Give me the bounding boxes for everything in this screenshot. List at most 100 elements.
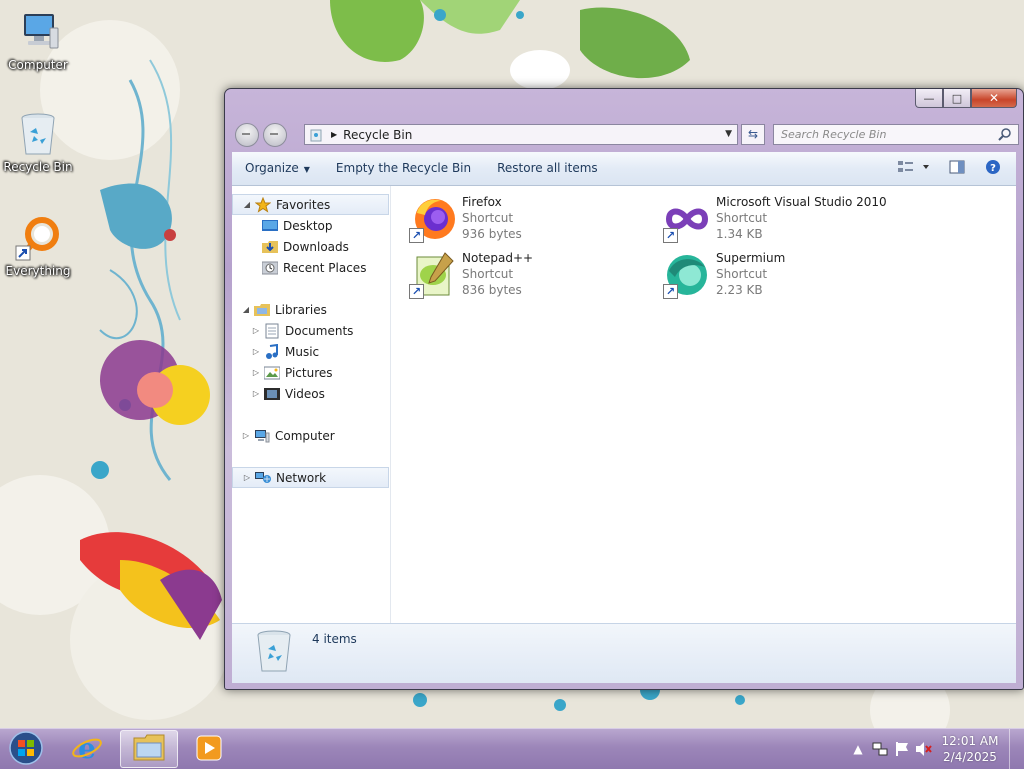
show-hidden-icons-button[interactable]: ▲ [847, 740, 869, 758]
help-icon: ? [985, 159, 1001, 178]
minimize-button[interactable]: — [915, 89, 943, 108]
nav-label: Music [285, 344, 320, 359]
taskbar-internet-explorer[interactable]: e [58, 730, 116, 768]
internet-explorer-icon: e [71, 732, 103, 767]
windows-explorer-icon [133, 734, 165, 765]
file-item-notepad-plus-plus[interactable]: ↗ Notepad++ Shortcut 836 bytes [409, 251, 649, 303]
nav-item-libraries[interactable]: ◢ Libraries [232, 299, 389, 320]
help-button[interactable]: ? [980, 158, 1006, 180]
maximize-button[interactable]: □ [943, 89, 971, 108]
videos-icon [264, 386, 280, 402]
clock-time: 12:01 AM [941, 734, 999, 748]
search-placeholder: Search Recycle Bin [781, 128, 887, 141]
restore-all-items-button[interactable]: Restore all items [484, 152, 611, 185]
expand-icon[interactable]: ▷ [250, 389, 262, 398]
nav-item-music[interactable]: ▷ Music [232, 341, 389, 362]
expand-icon[interactable]: ▷ [240, 431, 252, 440]
chevron-down-icon[interactable]: ▼ [725, 129, 732, 139]
expand-icon[interactable]: ▷ [250, 347, 262, 356]
nav-item-downloads[interactable]: Downloads [232, 236, 389, 257]
computer-icon [14, 8, 62, 56]
nav-item-pictures[interactable]: ▷ Pictures [232, 362, 389, 383]
nav-item-network[interactable]: ▷ Network [232, 467, 389, 488]
desktop-icon-recycle-bin[interactable]: Recycle Bin [0, 110, 76, 174]
file-item-firefox[interactable]: ↗ Firefox Shortcut 936 bytes [409, 195, 649, 247]
taskbar-media-player[interactable] [180, 730, 238, 768]
clock[interactable]: 12:01 AM 2/4/2025 [935, 733, 1005, 765]
nav-item-computer[interactable]: ▷ Computer [232, 425, 389, 446]
navigation-pane: ◢ Favorites Desktop Downloads Recent Pla… [232, 186, 391, 623]
refresh-button[interactable]: ⇆ [741, 124, 765, 145]
file-item-visual-studio[interactable]: ↗ Microsoft Visual Studio 2010 Shortcut … [663, 195, 903, 247]
nav-item-recent-places[interactable]: Recent Places [232, 257, 389, 278]
minimize-icon: — [923, 91, 935, 105]
collapse-icon[interactable]: ◢ [241, 200, 253, 209]
back-button[interactable] [235, 123, 259, 147]
nav-label: Favorites [276, 197, 331, 212]
breadcrumb-recycle-bin[interactable]: Recycle Bin [343, 128, 412, 142]
file-item-supermium[interactable]: ↗ Supermium Shortcut 2.23 KB [663, 251, 903, 303]
file-name: Supermium [716, 251, 786, 265]
start-button[interactable] [4, 730, 48, 768]
show-desktop-button[interactable] [1009, 729, 1024, 769]
system-tray: ▲ 12:01 AM 2/4/2025 [847, 729, 1024, 769]
nav-label: Pictures [285, 365, 333, 380]
expand-icon[interactable]: ▷ [250, 326, 262, 335]
file-name: Firefox [462, 195, 502, 209]
explorer-window: — □ ✕ ▶ Recycle Bin ▼ ⇆ Search Recycle B… [224, 88, 1024, 690]
desktop-icon-computer[interactable]: Computer [0, 8, 76, 72]
downloads-folder-icon [262, 239, 278, 255]
firefox-icon: ↗ [409, 195, 457, 243]
recent-places-icon [262, 260, 278, 276]
shortcut-arrow-icon: ↗ [409, 284, 424, 299]
breadcrumb-arrow-icon[interactable]: ▶ [331, 130, 337, 139]
search-input[interactable]: Search Recycle Bin [773, 124, 1019, 145]
forward-button[interactable] [263, 123, 287, 147]
nav-item-documents[interactable]: ▷ Documents [232, 320, 389, 341]
empty-recycle-bin-button[interactable]: Empty the Recycle Bin [323, 152, 484, 185]
taskbar-windows-explorer[interactable] [120, 730, 178, 768]
caption-buttons: — □ ✕ [915, 89, 1017, 108]
change-view-button[interactable] [894, 158, 934, 180]
file-list: ↗ Firefox Shortcut 936 bytes ↗ Microsoft… [391, 186, 1016, 623]
shortcut-arrow-icon: ↗ [663, 228, 678, 243]
network-tray-icon[interactable] [869, 740, 891, 758]
address-bar[interactable]: ▶ Recycle Bin ▼ [304, 124, 738, 145]
volume-muted-icon[interactable] [913, 740, 935, 758]
supermium-icon: ↗ [663, 251, 711, 299]
nav-label: Libraries [275, 302, 327, 317]
navigation-bar: ▶ Recycle Bin ▼ ⇆ Search Recycle Bin [233, 122, 1019, 148]
clock-date: 2/4/2025 [943, 750, 997, 764]
desktop-icon-label: Recycle Bin [3, 160, 73, 174]
expand-icon[interactable]: ▷ [241, 473, 253, 482]
nav-label: Downloads [283, 239, 349, 254]
svg-text:e: e [78, 732, 96, 764]
nav-item-videos[interactable]: ▷ Videos [232, 383, 389, 404]
collapse-icon[interactable]: ◢ [240, 305, 252, 314]
recycle-bin-icon [14, 110, 62, 158]
close-button[interactable]: ✕ [971, 89, 1017, 108]
nav-label: Videos [285, 386, 325, 401]
action-center-flag-icon[interactable] [891, 740, 913, 758]
recycle-bin-small-icon [309, 128, 323, 142]
search-icon[interactable] [998, 127, 1012, 147]
expand-icon[interactable]: ▷ [250, 368, 262, 377]
everything-search-icon [14, 214, 62, 262]
media-player-icon [196, 735, 222, 764]
details-pane: 4 items [232, 623, 1016, 683]
preview-pane-button[interactable] [944, 158, 970, 180]
preview-pane-icon [949, 160, 965, 177]
desktop-folder-icon [262, 218, 278, 234]
nav-label: Recent Places [283, 260, 367, 275]
nav-item-favorites[interactable]: ◢ Favorites [232, 194, 389, 215]
libraries-icon [254, 302, 270, 318]
music-icon [264, 343, 280, 360]
documents-icon [264, 323, 280, 339]
close-icon: ✕ [988, 91, 1000, 105]
svg-text:?: ? [990, 163, 996, 174]
desktop-icon-everything[interactable]: Everything [0, 214, 76, 278]
command-bar: Organize ▼ Empty the Recycle Bin Restore … [232, 152, 1016, 186]
shortcut-arrow-icon: ↗ [409, 228, 424, 243]
nav-item-desktop[interactable]: Desktop [232, 215, 389, 236]
organize-button[interactable]: Organize ▼ [232, 152, 323, 185]
